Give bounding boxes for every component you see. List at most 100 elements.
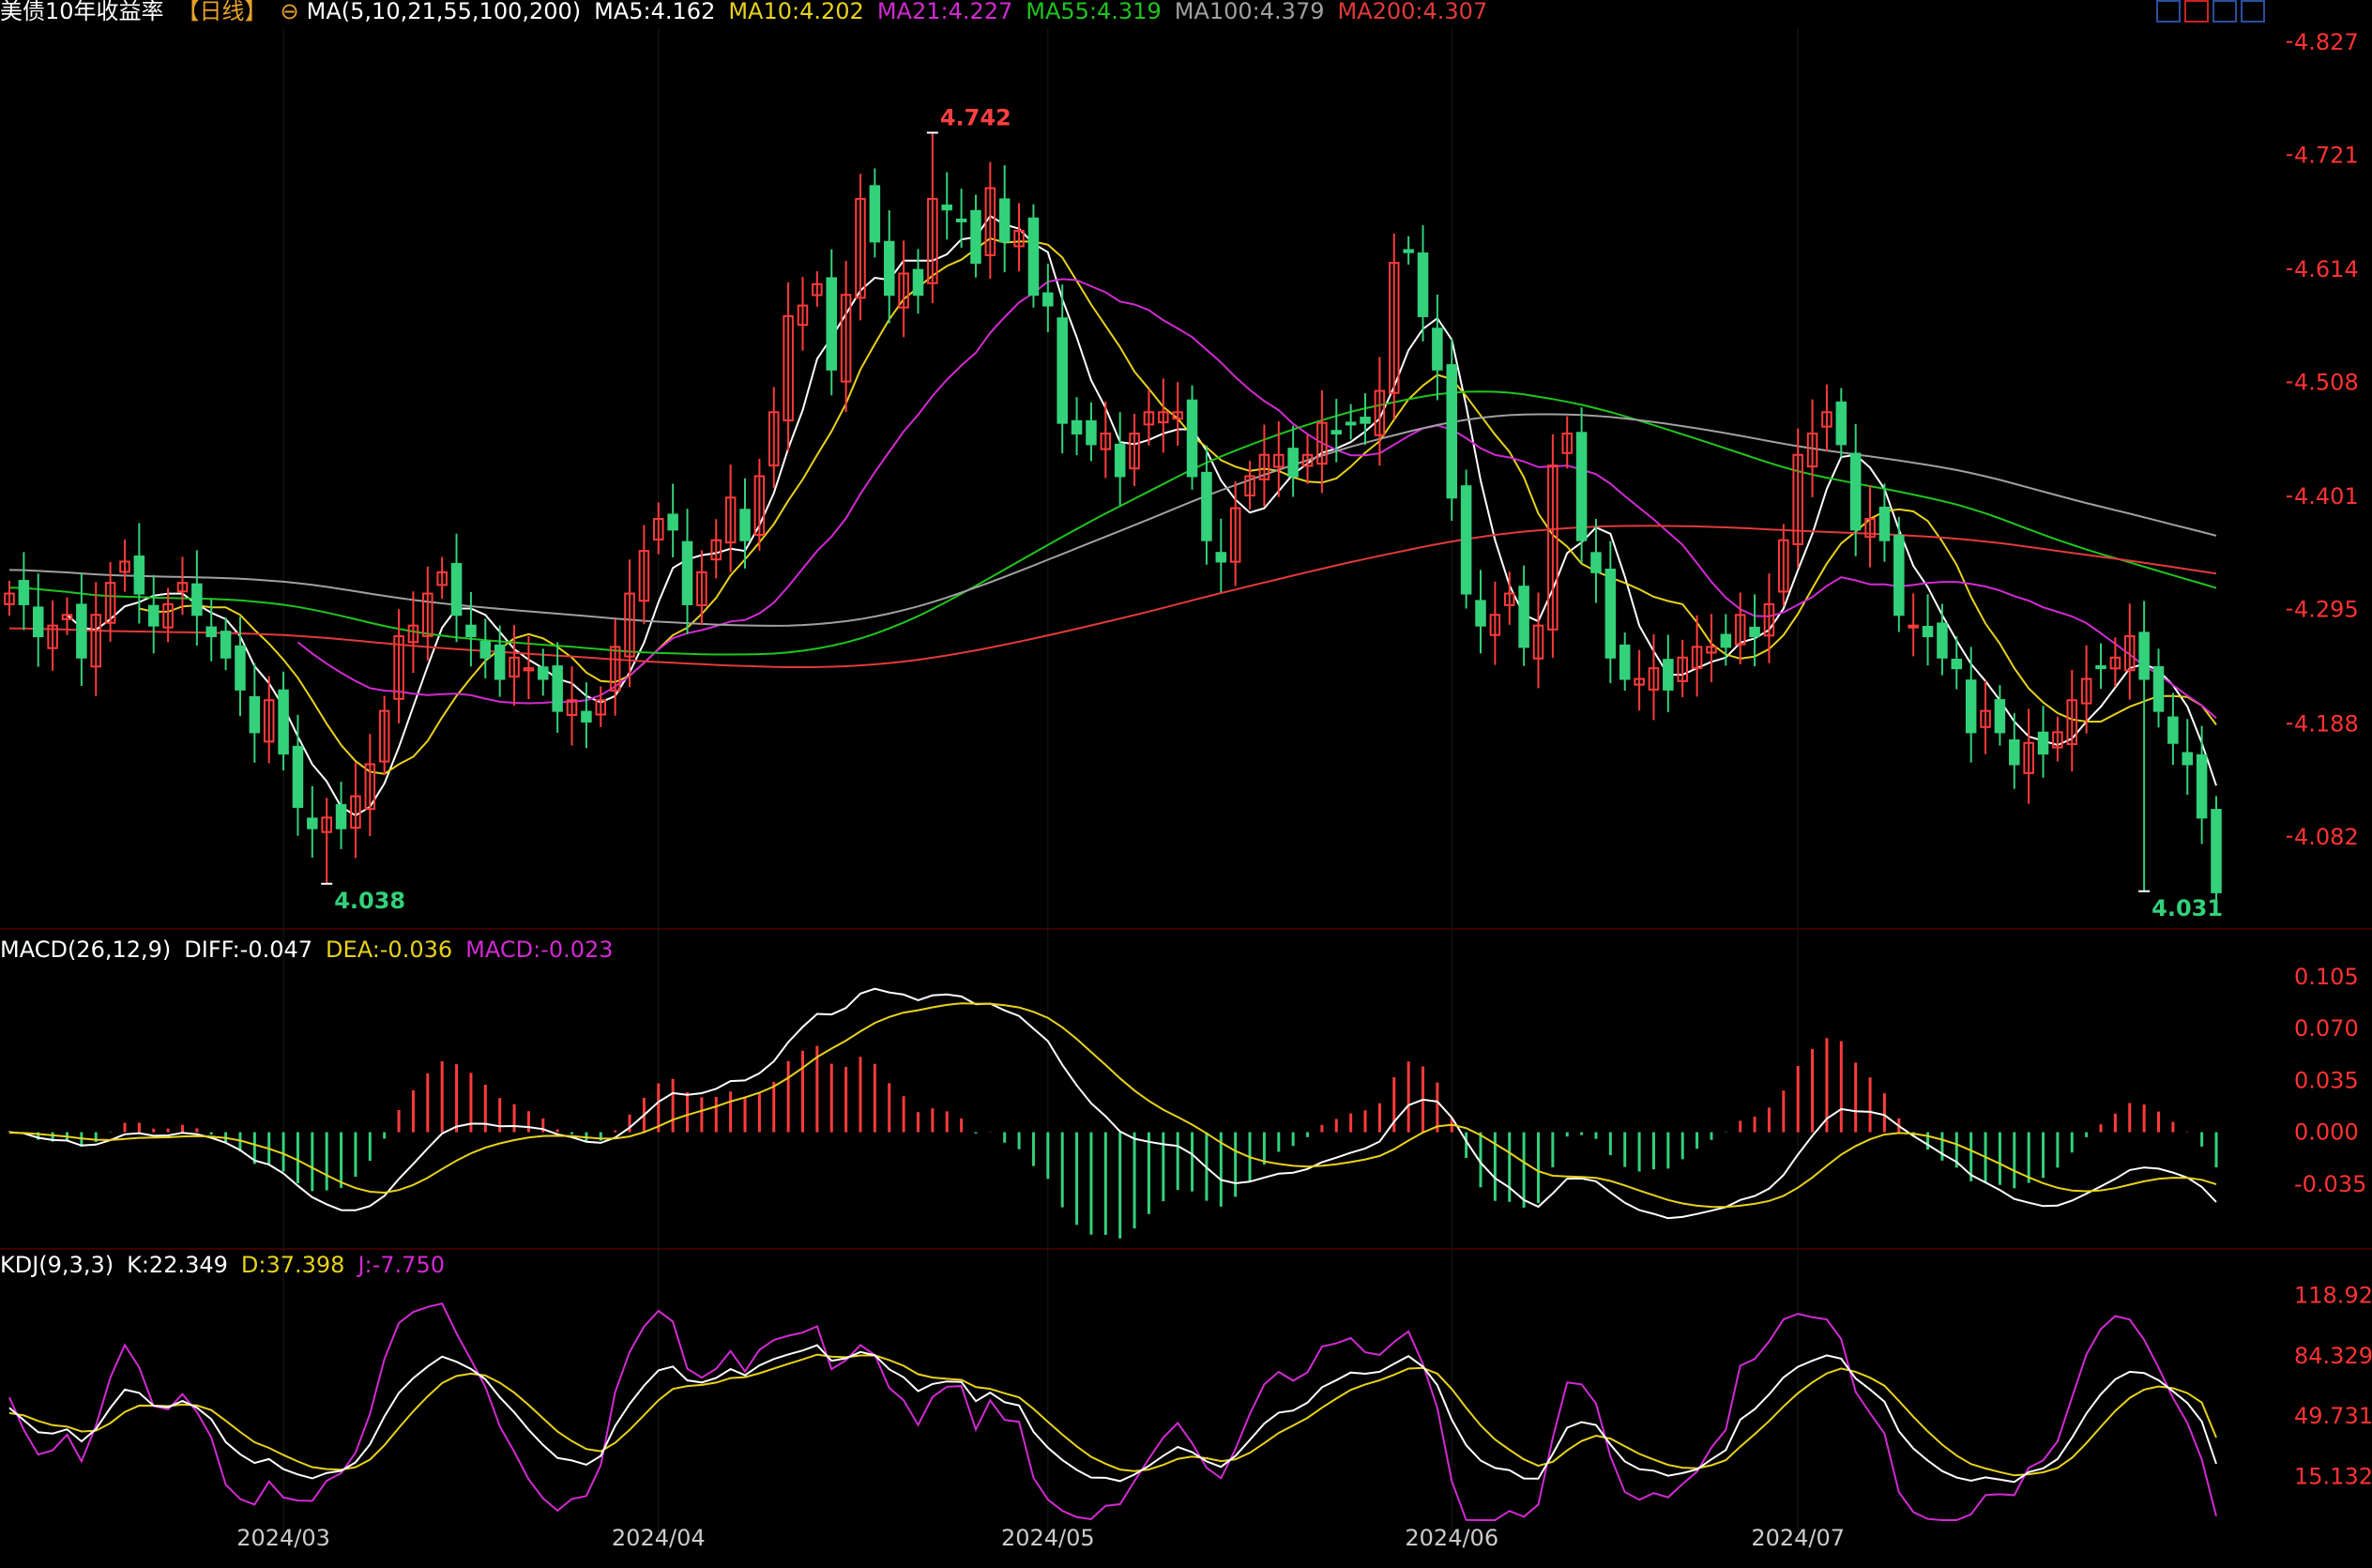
candle-down — [292, 745, 304, 808]
candle-down — [2009, 738, 2020, 766]
main-legend: 美债10年收益率 【日线】 ⊖ MA(5,10,21,55,100,200) MA5:4… — [0, 0, 1500, 26]
candle-down — [681, 540, 693, 605]
candle-down — [1749, 626, 1760, 638]
candle-down — [335, 803, 347, 830]
macd-tick-label: 0.105 — [2294, 964, 2359, 990]
candle-down — [1604, 569, 1617, 659]
candle-down — [1417, 252, 1429, 317]
candle-down — [2196, 754, 2208, 819]
crosshair-icon[interactable] — [2156, 0, 2181, 23]
candle-down — [205, 626, 217, 638]
kdj-j: J:-7.750 — [357, 1252, 445, 1278]
candle-down — [1360, 417, 1371, 424]
date-tick-label: 2024/04 — [612, 1525, 706, 1551]
candle-down — [1965, 679, 1977, 734]
ma55-label: MA55:4.319 — [1026, 0, 1162, 24]
candle-down — [1922, 625, 1934, 638]
period-label[interactable]: 【日线】 — [177, 0, 267, 24]
layout-icon[interactable] — [2184, 0, 2209, 23]
candle-down — [2152, 665, 2165, 712]
panel-icon[interactable] — [2212, 0, 2237, 23]
candle-down — [1403, 249, 1414, 253]
kdj-legend: KDJ(9,3,3) K:22.349 D:37.398 J:-7.750 — [0, 1250, 458, 1280]
price-tick-label: 4.401 — [2294, 483, 2359, 510]
candle-down — [826, 277, 838, 371]
kdj-tick-label: 84.329 — [2294, 1343, 2372, 1369]
macd-name: MACD(26,12,9) — [0, 936, 172, 963]
candle-down — [220, 631, 232, 659]
candle-down — [1475, 600, 1486, 627]
candle-down — [970, 209, 981, 265]
candle-down — [667, 513, 678, 531]
price-tick-label: 4.295 — [2294, 597, 2359, 623]
candle-down — [581, 710, 592, 723]
candle-down — [1835, 401, 1847, 446]
candle-down — [1994, 698, 2006, 734]
macd-tick-label: 0.000 — [2294, 1119, 2359, 1146]
annotation-label: 4.742 — [940, 104, 1011, 130]
candle-down — [235, 645, 246, 691]
candle-down — [941, 204, 952, 211]
candle-down — [1432, 327, 1443, 371]
annotation-label: 4.031 — [2152, 895, 2223, 921]
candle-down — [912, 268, 924, 297]
candle-down — [1186, 399, 1198, 478]
candle-down — [1114, 443, 1126, 478]
candle-down — [1937, 622, 1948, 659]
candle-down — [450, 562, 463, 617]
candle-down — [1287, 448, 1299, 478]
candle-down — [1518, 586, 1529, 648]
price-tick-label: 4.721 — [2294, 142, 2359, 168]
price-annotations: 4.742 4.038 4.031 — [321, 104, 2223, 921]
candle-down — [1619, 644, 1631, 680]
candle-down — [1446, 364, 1458, 499]
price-axis: 4.827 4.721 4.614 4.508 4.401 4.295 4.188 4.082… — [2287, 29, 2372, 1489]
kdj-d: D:37.398 — [240, 1252, 345, 1278]
candle-down — [1878, 506, 1891, 541]
candle-down — [2167, 716, 2179, 744]
macd-tick-label: 0.035 — [2294, 1067, 2359, 1093]
candle-down — [76, 603, 87, 659]
ma200-label: MA200:4.307 — [1337, 0, 1488, 24]
candle-down — [2138, 632, 2150, 680]
ma21-label: MA21:4.227 — [876, 0, 1013, 24]
candle-down — [1201, 471, 1212, 541]
kdj-tick-label: 118.929 — [2294, 1283, 2372, 1309]
candle-down — [1575, 432, 1588, 541]
candle-down — [552, 665, 563, 712]
candle-down — [1330, 430, 1343, 435]
candle-down — [278, 689, 289, 755]
macd-legend: MACD(26,12,9) DIFF:-0.047 DEA:-0.036 MACD:-… — [0, 935, 627, 965]
candle-down — [2037, 731, 2049, 755]
candle-down — [1027, 217, 1040, 297]
symbol-title: 美债10年收益率 — [0, 0, 164, 24]
stock-chart[interactable]: 4.742 4.038 4.031 4.827 4.721 4.614 4.508 4.40… — [0, 0, 2372, 1568]
kdj-tick-label: 49.731 — [2294, 1403, 2372, 1429]
candle-down — [1345, 421, 1357, 426]
ma5-label: MA5:4.162 — [594, 0, 716, 24]
candle-down — [1951, 658, 1963, 670]
candle-down — [538, 666, 549, 680]
price-tick-label: 4.188 — [2294, 710, 2359, 737]
candle-down — [869, 185, 881, 243]
candle-down — [465, 624, 477, 638]
candlestick-series — [4, 132, 2222, 906]
candle-up — [1908, 624, 1919, 629]
candle-down — [1893, 534, 1905, 617]
candle-down — [1042, 292, 1054, 307]
candle-down — [1720, 633, 1732, 648]
candle-down — [1057, 317, 1068, 424]
annotation-label: 4.038 — [334, 888, 405, 914]
candle-down — [249, 695, 261, 734]
candle-down — [1215, 552, 1227, 563]
expand-icon[interactable] — [2241, 0, 2265, 23]
macd-tick-label: 0.070 — [2294, 1015, 2359, 1042]
kdj-k: K:22.349 — [127, 1252, 228, 1278]
ma-settings-icon[interactable]: ⊖ — [281, 0, 299, 24]
candle-down — [133, 556, 145, 595]
macd-dea: DEA:-0.036 — [326, 936, 453, 963]
candle-down — [1460, 485, 1472, 595]
macd-tick-label: -0.035 — [2294, 1171, 2366, 1197]
candle-down — [479, 640, 492, 659]
ma10-label: MA10:4.202 — [728, 0, 864, 24]
